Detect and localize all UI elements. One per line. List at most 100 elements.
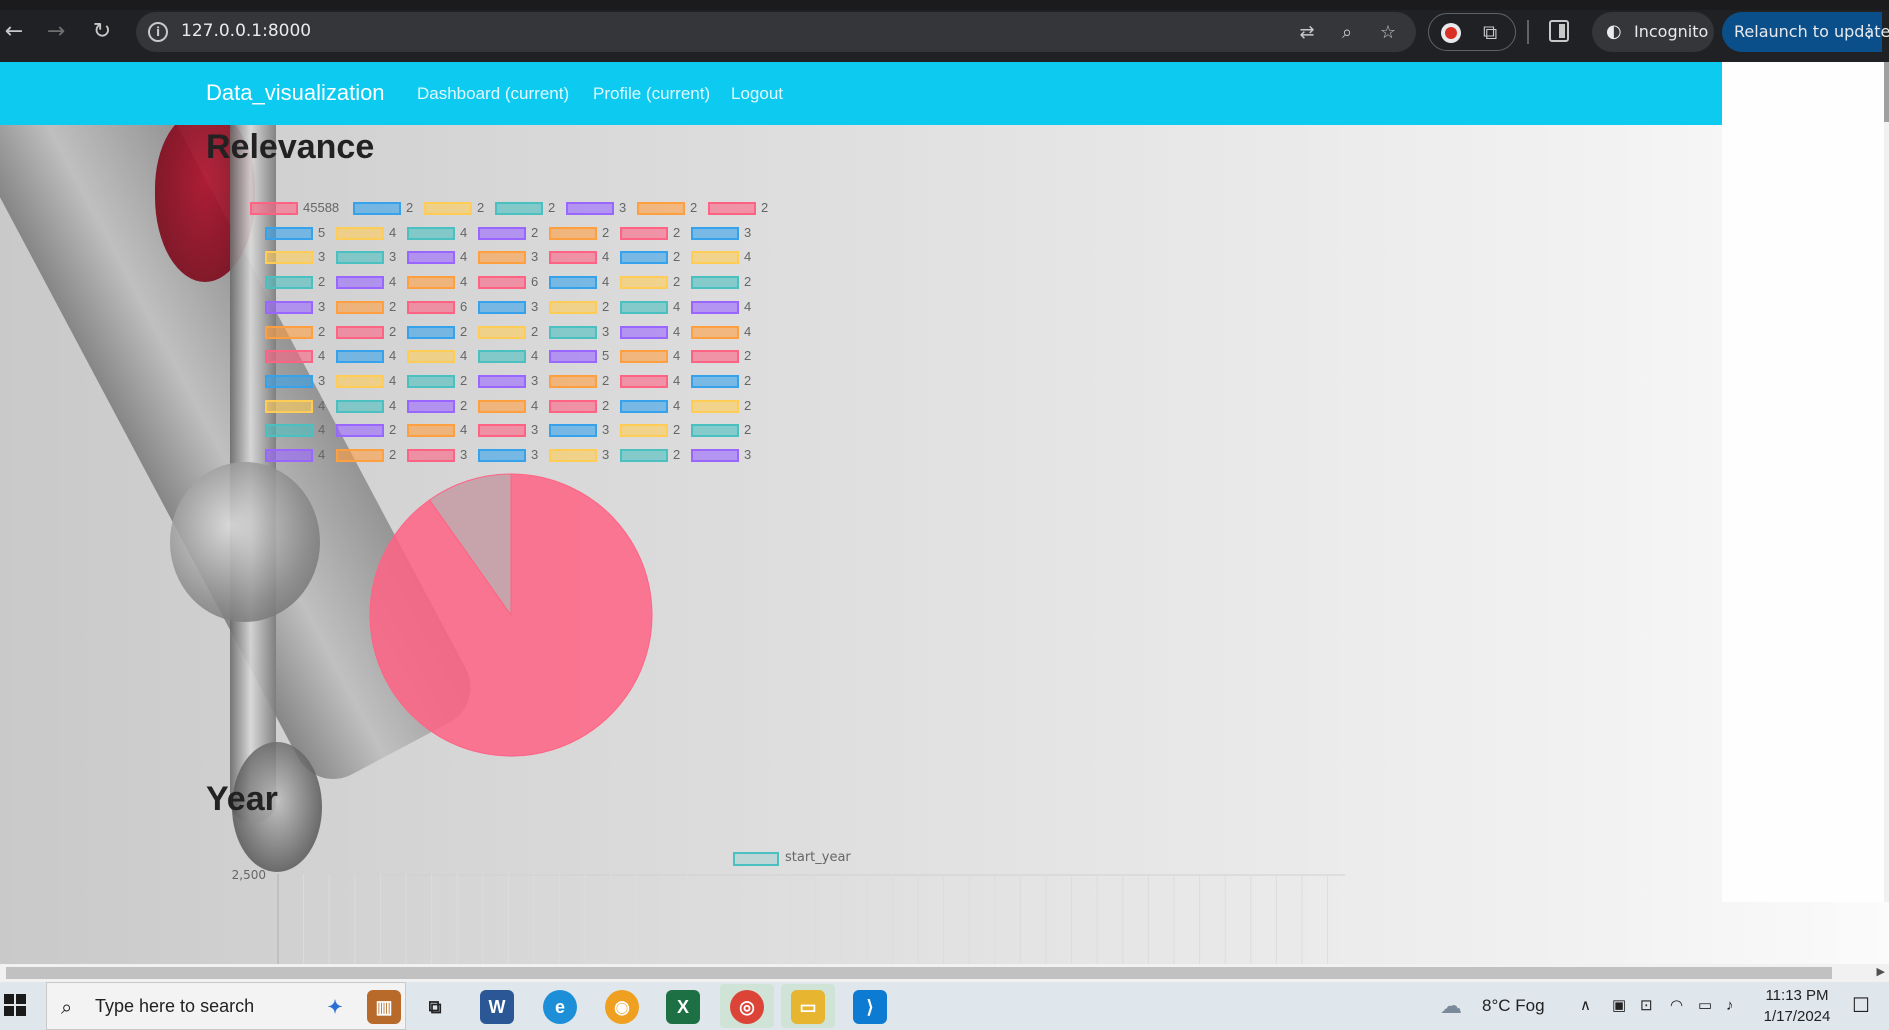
vertical-scrollbar-thumb[interactable]	[1884, 62, 1889, 122]
legend-label: 4	[389, 348, 397, 364]
back-icon[interactable]: ←	[0, 18, 28, 46]
zoom-icon[interactable]: ⌕	[1336, 22, 1358, 44]
legend-label: 4	[389, 274, 397, 290]
legend-swatch	[353, 202, 401, 215]
legend-label: 2	[690, 200, 698, 215]
legend-label: 5	[318, 224, 326, 240]
taskbar-search-box[interactable]: ⌕ Type here to search	[46, 982, 406, 1030]
legend-swatch	[620, 424, 668, 438]
legend-swatch	[407, 399, 455, 413]
weather-text[interactable]: 8°C Fog	[1482, 982, 1545, 1030]
legend-label: 2	[673, 447, 681, 462]
legend-swatch	[549, 251, 597, 265]
legend-label: 2	[531, 323, 539, 339]
legend-label: 4	[389, 372, 397, 388]
nav-link-logout[interactable]: Logout	[731, 84, 783, 104]
page-right-margin	[1722, 62, 1889, 902]
volume-icon[interactable]: ♪	[1726, 982, 1734, 1030]
horizontal-scrollbar[interactable]: ▶	[0, 964, 1889, 982]
more-menu-icon[interactable]: ⋮	[1860, 12, 1878, 52]
excel-app-icon[interactable]: X	[666, 990, 700, 1024]
vertical-scrollbar[interactable]	[1884, 62, 1889, 902]
word-app-icon[interactable]: W	[480, 990, 514, 1024]
search-highlight-icon[interactable]: ✦	[318, 990, 352, 1024]
edge-app-icon[interactable]: e	[543, 990, 577, 1024]
legend-label: 3	[318, 372, 326, 388]
legend-swatch	[265, 399, 313, 413]
legend-swatch	[620, 374, 668, 388]
brave-app-icon[interactable]: ◉	[605, 990, 639, 1024]
url-text[interactable]: 127.0.0.1:8000	[181, 21, 311, 41]
taskbar-search-placeholder: Type here to search	[95, 996, 255, 1016]
scroll-right-icon[interactable]: ▶	[1877, 965, 1885, 978]
translate-icon[interactable]: ⇄	[1296, 22, 1318, 44]
tab-strip	[0, 0, 1889, 10]
legend-swatch	[336, 449, 384, 462]
legend-swatch	[549, 399, 597, 413]
clock-date[interactable]: 1/17/2024	[1752, 1008, 1842, 1025]
nav-link-dashboard[interactable]: Dashboard (current)	[417, 84, 569, 104]
star-icon[interactable]: ☆	[1377, 22, 1399, 44]
incognito-icon: ◐	[1606, 21, 1622, 42]
incognito-badge[interactable]: ◐ Incognito	[1592, 12, 1714, 52]
legend-label: 4	[531, 348, 539, 364]
legend-swatch	[620, 350, 668, 364]
horizontal-scrollbar-thumb[interactable]	[6, 967, 1832, 979]
clock-time[interactable]: 11:13 PM	[1752, 987, 1842, 1004]
extension-profile-icon[interactable]	[1441, 23, 1461, 43]
address-bar[interactable]: i 127.0.0.1:8000 ⇄ ⌕ ☆	[136, 12, 1416, 52]
books-app-icon[interactable]: ▥	[367, 990, 401, 1024]
toolbar-divider	[1527, 20, 1529, 44]
reload-icon[interactable]: ↻	[88, 18, 116, 46]
legend-label: 4	[318, 422, 326, 438]
site-info-icon[interactable]: i	[148, 22, 168, 42]
nav-link-profile[interactable]: Profile (current)	[593, 84, 710, 104]
legend-swatch	[495, 202, 543, 215]
legend-swatch	[407, 325, 455, 339]
legend-label: 4	[673, 372, 681, 388]
tray-meet-icon[interactable]: ▣	[1612, 982, 1626, 1030]
legend-swatch	[407, 276, 455, 290]
legend-label: 5	[602, 348, 610, 364]
legend-swatch	[549, 449, 597, 462]
relevance-heading: Relevance	[206, 128, 375, 166]
file-explorer-icon[interactable]: ▭	[791, 990, 825, 1024]
wifi-icon[interactable]: ◠	[1670, 982, 1683, 1030]
tray-chevron-icon[interactable]: ∧	[1580, 982, 1591, 1030]
relevance-pie-chart	[369, 473, 653, 757]
tray-app-icon[interactable]: ⊡	[1640, 982, 1653, 1030]
legend-label: 2	[318, 323, 326, 339]
weather-icon[interactable]: ☁	[1440, 982, 1462, 1030]
chrome-app-icon[interactable]: ◎	[730, 990, 764, 1024]
legend-swatch	[549, 276, 597, 290]
legend-swatch	[549, 300, 597, 314]
legend-swatch	[478, 449, 526, 462]
notification-icon[interactable]: ☐	[1852, 982, 1870, 1030]
legend-label: 2	[531, 224, 539, 240]
legend-label: 2	[744, 348, 752, 364]
navbar-brand[interactable]: Data_visualization	[206, 80, 385, 106]
legend-swatch	[620, 399, 668, 413]
legend-label: 2	[389, 298, 397, 314]
task-view-icon[interactable]: ⧉	[418, 990, 452, 1024]
windows-start-icon[interactable]	[4, 994, 28, 1018]
forward-icon[interactable]: →	[42, 18, 70, 46]
legend-label: 2	[673, 274, 681, 290]
legend-swatch	[691, 374, 739, 388]
legend-swatch	[691, 276, 739, 290]
legend-swatch	[250, 202, 298, 215]
legend-swatch	[336, 325, 384, 339]
side-panel-icon[interactable]	[1549, 20, 1569, 42]
vscode-app-icon[interactable]: ⟩	[853, 990, 887, 1024]
legend-label: 3	[531, 249, 539, 265]
battery-icon[interactable]: ▭	[1698, 982, 1712, 1030]
legend-swatch	[407, 424, 455, 438]
legend-label: 3	[602, 422, 610, 438]
legend-label: 4	[460, 224, 468, 240]
relaunch-button[interactable]: Relaunch to update ⋮	[1722, 12, 1889, 52]
legend-swatch	[620, 276, 668, 290]
legend-swatch	[478, 399, 526, 413]
legend-swatch	[708, 202, 756, 215]
legend-swatch	[265, 374, 313, 388]
extensions-puzzle-icon[interactable]: ⧉	[1483, 20, 1497, 44]
